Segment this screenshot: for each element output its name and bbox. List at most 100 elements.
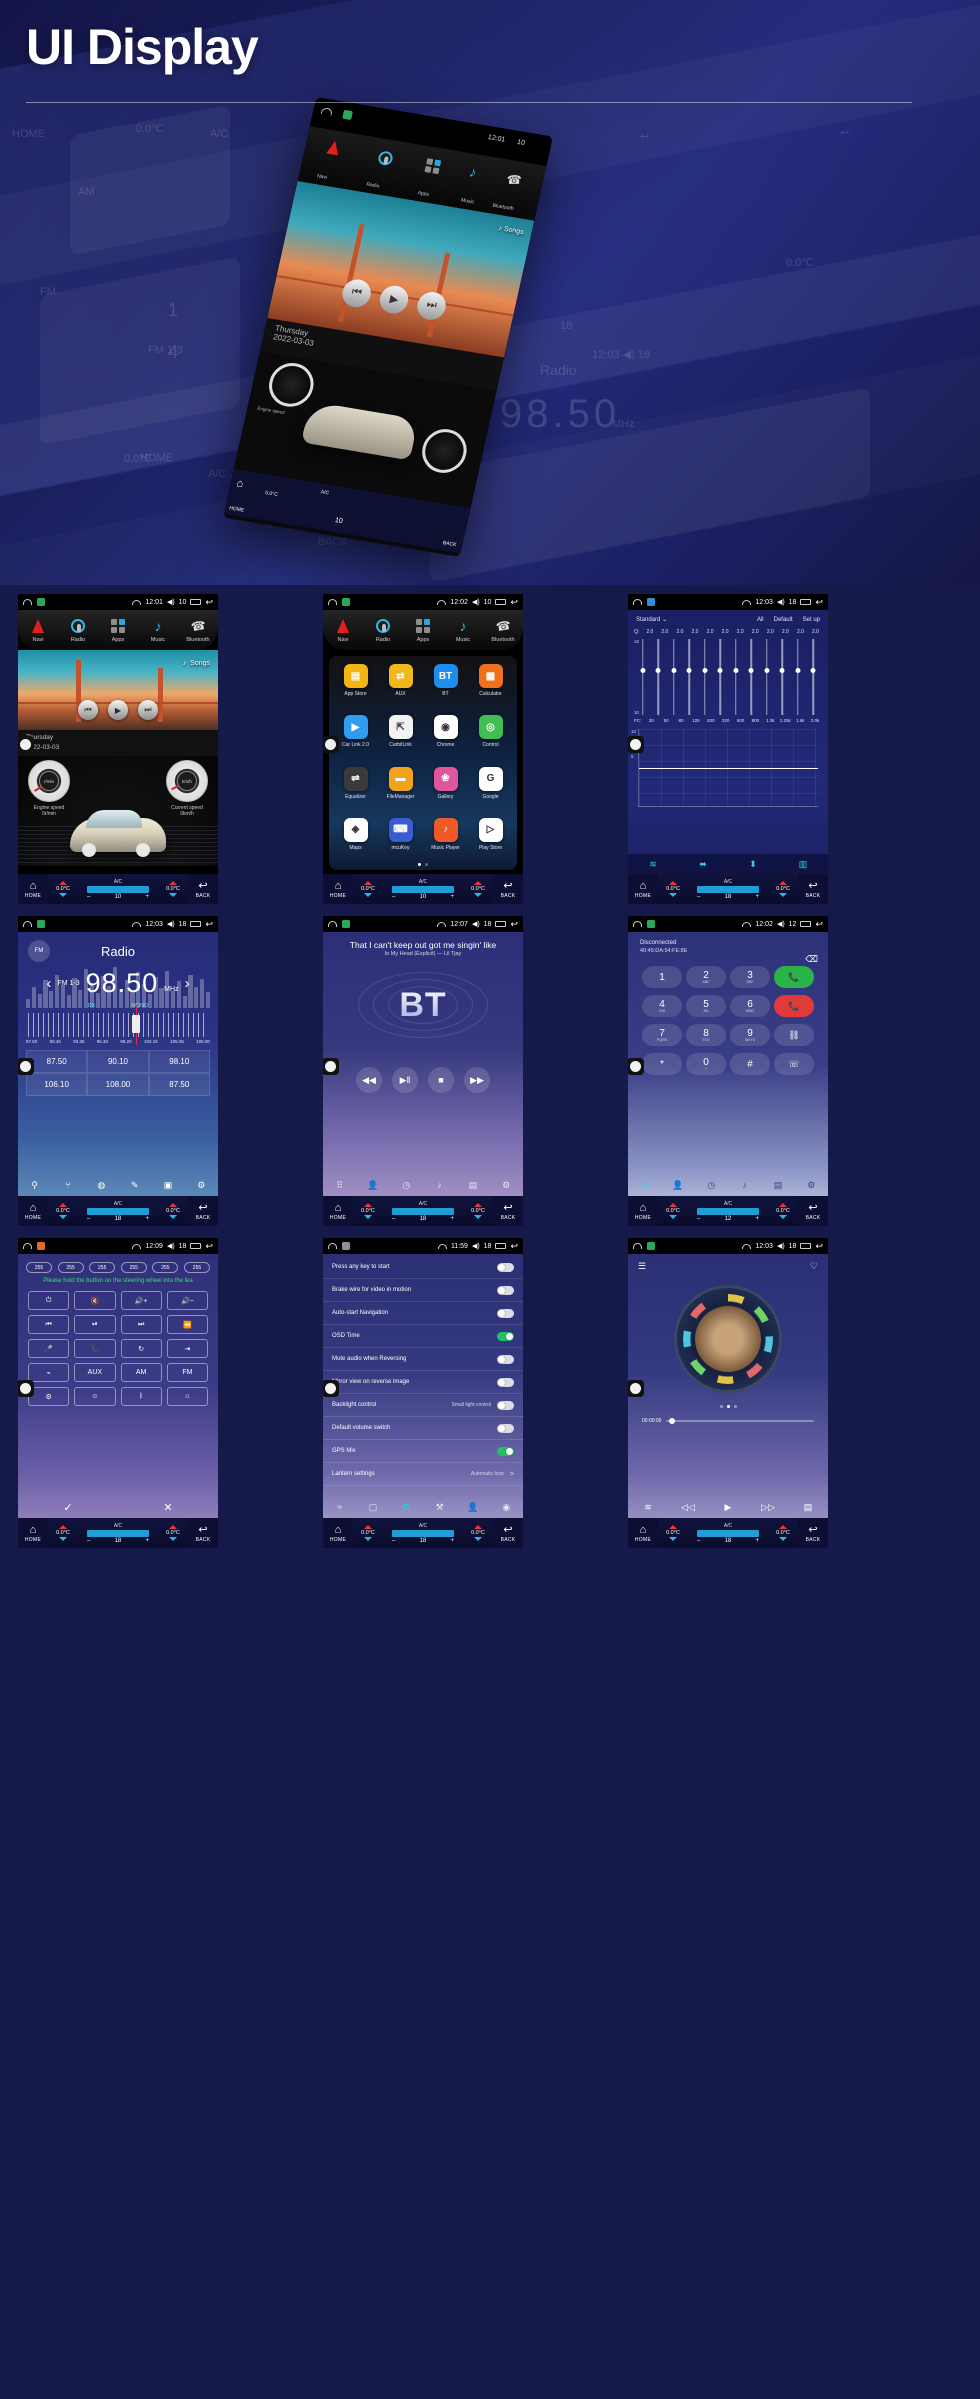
temp-left-control[interactable]: 0.0°C xyxy=(353,1518,383,1548)
play-icon[interactable]: ▶ xyxy=(708,1502,748,1513)
next-track-icon[interactable]: ⏭ xyxy=(120,1315,162,1334)
hangup-icon[interactable]: 📞 xyxy=(774,995,814,1017)
home-button[interactable]: ⌂ HOME xyxy=(323,1518,353,1548)
eq-band-slider[interactable] xyxy=(807,639,821,715)
app-tile-gallery[interactable]: ❀ Gallery xyxy=(425,766,466,811)
toggle-switch[interactable] xyxy=(497,1262,514,1272)
back-button[interactable]: ↩ BACK xyxy=(798,1518,828,1548)
volume-knob[interactable] xyxy=(628,736,644,753)
ac-label[interactable]: A/C xyxy=(81,879,155,885)
app-tile-google[interactable]: G Google xyxy=(470,766,511,811)
seek-icon[interactable]: ⇥ xyxy=(166,1339,208,1358)
ac-label[interactable]: A/C xyxy=(691,1523,765,1529)
contact-add-icon[interactable]: ☏ xyxy=(774,1053,814,1075)
app-tile-equalizer[interactable]: ⇌ Equalizer xyxy=(335,766,376,811)
ac-label[interactable]: A/C xyxy=(691,1201,765,1207)
chevron-up-icon[interactable] xyxy=(474,1525,482,1529)
toggle-switch[interactable] xyxy=(497,1331,514,1341)
chevron-up-icon[interactable] xyxy=(59,1203,67,1207)
date-widget[interactable]: Thursday 2022-03-03 12:01 xyxy=(18,730,218,899)
settings-row[interactable]: Lantern settings Automatic loop > xyxy=(323,1463,523,1486)
dial-key-7[interactable]: 7 PQRS xyxy=(642,1024,682,1046)
keypad-icon[interactable]: ▤ xyxy=(761,1180,794,1191)
eq-action-all[interactable]: All xyxy=(757,617,764,623)
eq-slider-knob[interactable] xyxy=(686,667,692,673)
temp-left-control[interactable]: 0.0°C xyxy=(48,1196,78,1226)
chevron-up-icon[interactable] xyxy=(59,1525,67,1529)
grid-icon[interactable]: ⠿ xyxy=(628,1180,661,1191)
dial-key-4[interactable]: 4 GHI xyxy=(642,995,682,1017)
fan-slider[interactable] xyxy=(87,885,149,893)
eq-band-slider[interactable] xyxy=(745,639,759,715)
back-button[interactable]: ↩ BACK xyxy=(188,1196,218,1226)
learn-button-aux[interactable]: AUX xyxy=(74,1363,116,1382)
chevron-down-icon[interactable] xyxy=(59,893,67,897)
nav-item-radio[interactable]: Radio xyxy=(58,610,98,650)
toggle-switch[interactable] xyxy=(497,1354,514,1364)
volume-plus-button[interactable]: + xyxy=(450,1538,454,1544)
eq-tab-levels[interactable]: ▥ xyxy=(778,859,828,870)
chevron-down-icon[interactable] xyxy=(169,1537,177,1541)
chevron-up-icon[interactable] xyxy=(779,1203,787,1207)
ac-label[interactable]: A/C xyxy=(81,1523,155,1529)
settings-row[interactable]: Mirror view on reverse image xyxy=(323,1371,523,1394)
home-button[interactable]: ⌂ HOME xyxy=(323,874,353,904)
volume-plus-button[interactable]: + xyxy=(145,1216,149,1222)
dial-key-9[interactable]: 9 WXYZ xyxy=(730,1024,770,1046)
chevron-up-icon[interactable] xyxy=(364,1525,372,1529)
playlist-icon[interactable]: ▤ xyxy=(788,1502,828,1513)
settings-row[interactable]: Backlight control Small light control xyxy=(323,1394,523,1417)
list-icon[interactable]: ☰ xyxy=(638,1261,646,1272)
fan-slider[interactable] xyxy=(697,1529,759,1537)
home-button[interactable]: ⌂ HOME xyxy=(323,1196,353,1226)
eq-band-slider[interactable] xyxy=(652,639,666,715)
fan-slider[interactable] xyxy=(697,1207,759,1215)
dial-key-8[interactable]: 8 TUV xyxy=(686,1024,726,1046)
dial-key-2[interactable]: 2 ABC xyxy=(686,966,726,988)
vol-down-icon[interactable]: 🔊− xyxy=(166,1291,208,1310)
temp-left-control[interactable]: 0.0°C xyxy=(353,1196,383,1226)
user-icon[interactable]: 👤 xyxy=(456,1502,489,1513)
cross-icon[interactable]: ✕ xyxy=(163,1501,172,1514)
temp-right-control[interactable]: 0.0°C xyxy=(463,1196,493,1226)
temp-right-control[interactable]: 0.0°C xyxy=(768,874,798,904)
wifi-icon[interactable]: ≈ xyxy=(323,1502,356,1512)
app-tile-music-player[interactable]: ♪ Music Player xyxy=(425,817,466,862)
app-tile-app-store[interactable]: ▤ App Store xyxy=(335,664,376,708)
eq-tab-balance[interactable]: ⬌ xyxy=(678,859,728,870)
settings-row[interactable]: Default volume switch xyxy=(323,1417,523,1440)
toggle-switch[interactable] xyxy=(497,1377,514,1387)
eq-slider-knob[interactable] xyxy=(640,667,646,673)
dial-key-3[interactable]: 3 DEF xyxy=(730,966,770,988)
temp-right-control[interactable]: 0.0°C xyxy=(158,874,188,904)
back-button[interactable]: ↩ BACK xyxy=(188,874,218,904)
tuning-scale[interactable] xyxy=(28,1005,208,1045)
dial-key-0[interactable]: 0 + xyxy=(686,1053,726,1075)
volume-knob[interactable] xyxy=(18,1058,34,1075)
dial-key-6[interactable]: 6 MNO xyxy=(730,995,770,1017)
app-tile-carbitlink[interactable]: ⇱ CarbitLink xyxy=(380,715,421,759)
nav-item-music[interactable]: ♪ Music xyxy=(138,610,178,650)
settings-row[interactable]: Press any key to start xyxy=(323,1256,523,1279)
play-pause-icon[interactable]: ▶‖ xyxy=(392,1067,418,1093)
back-icon[interactable]: ↩ xyxy=(510,597,518,607)
play-pause-icon[interactable]: ⏯ xyxy=(74,1315,116,1334)
preset-button[interactable]: 106.10 xyxy=(26,1073,88,1096)
nav-item-bluetooth[interactable]: ☎ Bluetooth xyxy=(178,610,218,650)
stop-icon[interactable]: ■ xyxy=(428,1067,454,1093)
home-button[interactable]: ⌂ HOME xyxy=(628,1196,658,1226)
temp-left-control[interactable]: 0.0°C xyxy=(353,874,383,904)
eq-band-slider[interactable] xyxy=(636,639,650,715)
temp-right-control[interactable]: 0.0°C xyxy=(158,1518,188,1548)
app-tile-aux[interactable]: ⇄ AUX xyxy=(380,664,421,708)
chevron-down-icon[interactable] xyxy=(364,1537,372,1541)
temp-right-control[interactable]: 0.0°C xyxy=(768,1518,798,1548)
ac-label[interactable]: A/C xyxy=(386,1523,460,1529)
toggle-switch[interactable] xyxy=(497,1285,514,1295)
settings-icon[interactable]: ⚙ xyxy=(795,1180,828,1191)
temp-right-control[interactable]: 0.0°C xyxy=(158,1196,188,1226)
volume-plus-button[interactable]: + xyxy=(450,894,454,900)
home-button[interactable]: ⌂ HOME xyxy=(628,1518,658,1548)
stereo-icon[interactable]: ◍ xyxy=(85,1180,118,1191)
volume-plus-button[interactable]: + xyxy=(145,894,149,900)
